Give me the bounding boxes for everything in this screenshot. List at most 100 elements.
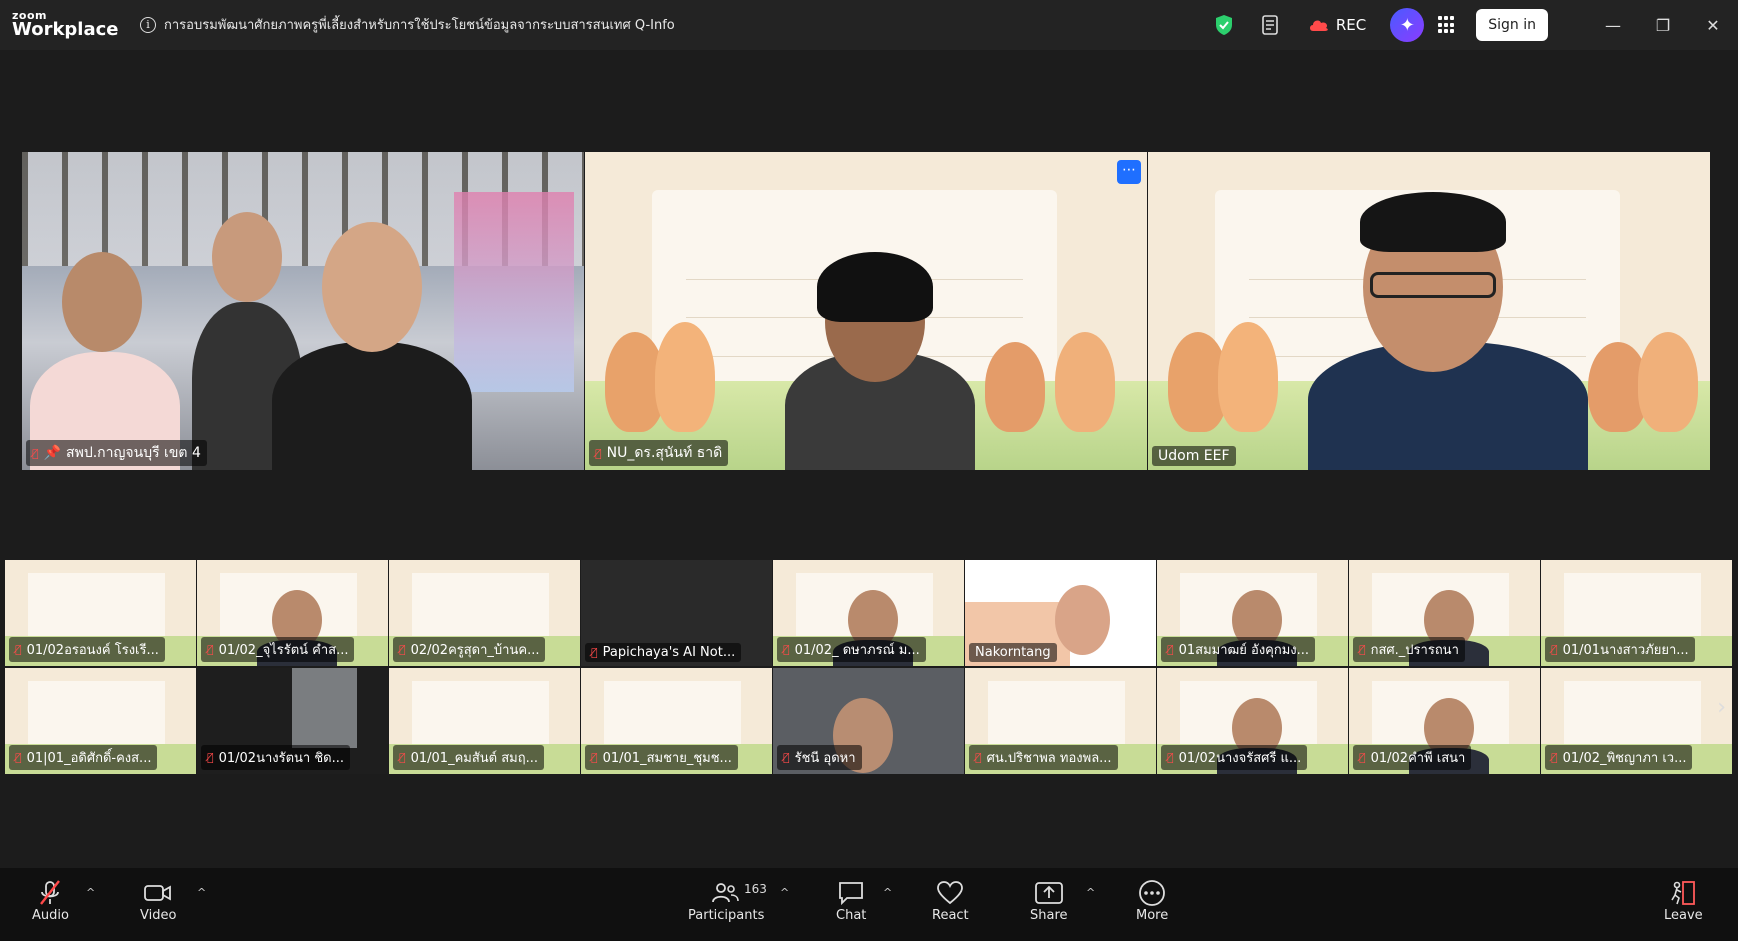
participant-name-label: 🎙̸ 📌 สพป.กาญจนบุรี เขต 4 <box>26 440 207 466</box>
gallery-tile[interactable]: 🎙̸ 02/02ครูสุดา_บ้านค... <box>389 560 580 666</box>
gallery-tile[interactable]: 🎙̸ 01สมมาฒย์ อังคุกมง... <box>1157 560 1348 666</box>
mic-muted-icon <box>37 878 63 908</box>
chat-button[interactable]: Chat <box>836 878 866 923</box>
gallery-tile[interactable]: 🎙̸ 01/01นางสาวภัยยา... <box>1541 560 1732 666</box>
zoom-logo: zoom Workplace <box>12 10 119 39</box>
mic-muted-icon: 🎙̸ <box>591 646 598 659</box>
more-ellipsis-icon <box>1138 878 1166 908</box>
restore-button[interactable]: ❐ <box>1638 0 1688 50</box>
participant-name-label: 🎙̸ 01/01นางสาวภัยยา... <box>1545 637 1695 662</box>
pin-icon: 📌 <box>43 445 62 461</box>
mic-muted-icon: 🎙̸ <box>591 751 598 764</box>
participant-name-label: 🎙̸ 01/02นางจรัสศรี แ... <box>1161 745 1308 770</box>
mic-muted-icon: 🎙̸ <box>595 446 602 460</box>
title-bar: zoom Workplace i การอบรมพัฒนาศักยภาพครูพ… <box>0 0 1738 50</box>
sign-in-button[interactable]: Sign in <box>1476 9 1548 41</box>
mic-muted-icon: 🎙̸ <box>399 643 406 656</box>
ai-companion-button[interactable]: ✦ <box>1390 8 1425 42</box>
more-button[interactable]: More <box>1136 878 1168 923</box>
brand-large: Workplace <box>12 19 119 40</box>
react-button[interactable]: React <box>932 878 969 923</box>
gallery-tile[interactable]: 🎙̸ 01/02นางจรัสศรี แ... <box>1157 668 1348 774</box>
tile-more-options-button[interactable]: ⋯ <box>1117 160 1141 184</box>
meeting-notes-icon[interactable] <box>1260 14 1282 36</box>
mic-muted-icon: 🎙̸ <box>783 643 790 656</box>
speaker-tile[interactable]: ⋯ 🎙̸ NU_ดร.สุนันท์ ธาดิ <box>585 152 1147 470</box>
participant-name-label: 🎙̸ 01/02คำพี เสนา <box>1353 745 1472 770</box>
gallery-tile[interactable]: 🎙̸ Papichaya's AI Not... <box>581 560 772 666</box>
participant-name-label: 🎙̸ 01/02_จุไรรัตน์ คำส... <box>201 637 355 662</box>
mic-muted-icon: 🎙̸ <box>1359 751 1366 764</box>
participant-name-label: 🎙̸ NU_ดร.สุนันท์ ธาดิ <box>589 440 729 466</box>
share-options-chevron-icon[interactable]: ^ <box>1086 886 1095 899</box>
gallery-tile[interactable]: 🎙̸ 01/02คำพี เสนา <box>1349 668 1540 774</box>
next-page-arrow-icon[interactable]: › <box>1717 695 1726 720</box>
gallery-tile[interactable]: 🎙̸ 01/02อรอนงค์ โรงเรี... <box>5 560 196 666</box>
gallery-tile[interactable]: 🎙̸ 01/02_พิชญาภา เว... <box>1541 668 1732 774</box>
mic-muted-icon: 🎙̸ <box>32 446 39 460</box>
participant-name-label: 🎙̸ ศน.ปริชาพล ทองพล... <box>969 745 1118 770</box>
participant-name-label: Nakorntang <box>969 643 1057 662</box>
gallery-tile[interactable]: 🎙̸ ศน.ปริชาพล ทองพล... <box>965 668 1156 774</box>
gallery-tile[interactable]: 🎙̸ รัชนี อุดหา <box>773 668 964 774</box>
share-screen-icon <box>1034 878 1064 908</box>
video-button[interactable]: Video <box>140 878 176 923</box>
audio-button[interactable]: Audio <box>32 878 69 923</box>
mic-muted-icon: 🎙̸ <box>207 643 214 656</box>
gallery-tile[interactable]: Nakorntang <box>965 560 1156 666</box>
mic-muted-icon: 🎙̸ <box>1551 643 1558 656</box>
participant-name-label: 🎙̸ 02/02ครูสุดา_บ้านค... <box>393 637 546 662</box>
meeting-toolbar: Audio ^ Video ^ Participants 163 ^ Chat … <box>0 868 1738 941</box>
active-speaker-tile[interactable]: Udom EEF <box>1148 152 1710 470</box>
participant-name-label: 🎙̸ 01/01_สมชาย_ชุมช... <box>585 745 738 770</box>
meeting-view: 🎙̸ 📌 สพป.กาญจนบุรี เขต 4 ⋯ 🎙̸ NU_ดร.สุนั… <box>0 50 1738 868</box>
mic-muted-icon: 🎙̸ <box>399 751 406 764</box>
chat-options-chevron-icon[interactable]: ^ <box>883 886 892 899</box>
heart-icon <box>936 878 964 908</box>
security-shield-icon[interactable] <box>1214 14 1234 36</box>
gallery-tile[interactable]: 🎙̸ 01/01_คมสันต์ สมฤ... <box>389 668 580 774</box>
mic-muted-icon: 🎙̸ <box>1551 751 1558 764</box>
participant-name-label: 🎙̸ กสศ._ปรารถนา <box>1353 637 1465 662</box>
participant-name-label: 🎙̸ 01/01_คมสันต์ สมฤ... <box>393 745 545 770</box>
video-camera-icon <box>143 878 173 908</box>
leave-button[interactable]: Leave <box>1664 878 1703 923</box>
participants-icon <box>711 878 741 908</box>
close-button[interactable]: ✕ <box>1688 0 1738 50</box>
participants-count: 163 <box>744 882 767 896</box>
participant-name-label: 🎙̸ 01/02อรอนงค์ โรงเรี... <box>9 637 165 662</box>
mic-muted-icon: 🎙̸ <box>207 751 214 764</box>
participant-name-label: 🎙̸ 01/02_พิชญาภา เว... <box>1545 745 1693 770</box>
info-icon[interactable]: i <box>140 16 156 33</box>
gallery-tile[interactable]: 🎙̸ 01/02_จุไรรัตน์ คำส... <box>197 560 388 666</box>
mic-muted-icon: 🎙̸ <box>1167 643 1174 656</box>
cloud-icon <box>1309 20 1328 31</box>
apps-grid-icon[interactable] <box>1438 16 1456 34</box>
speaker-tile[interactable]: 🎙̸ 📌 สพป.กาญจนบุรี เขต 4 <box>22 152 584 470</box>
participant-name-label: 🎙̸ Papichaya's AI Not... <box>585 643 742 662</box>
leave-door-icon <box>1669 878 1697 908</box>
participant-name-label: 🎙̸ 01สมมาฒย์ อังคุกมง... <box>1161 637 1316 662</box>
participant-name-label: 🎙̸ 01/02_ ดษาภรณ์ ม... <box>777 637 926 662</box>
mic-muted-icon: 🎙̸ <box>1359 643 1366 656</box>
participant-name-label: 🎙̸ รัชนี อุดหา <box>777 745 862 770</box>
gallery-tile[interactable]: 🎙̸ 01|01_อดิศักดิ์-คงส... <box>5 668 196 774</box>
meeting-info[interactable]: i การอบรมพัฒนาศักยภาพครูพี่เลี้ยงสำหรับก… <box>140 14 675 35</box>
share-button[interactable]: Share <box>1030 878 1068 923</box>
gallery-tile[interactable]: 🎙̸ กสศ._ปรารถนา <box>1349 560 1540 666</box>
audio-options-chevron-icon[interactable]: ^ <box>86 886 95 899</box>
participants-options-chevron-icon[interactable]: ^ <box>780 886 789 899</box>
mic-muted-icon: 🎙̸ <box>783 751 790 764</box>
sparkle-icon: ✦ <box>1399 14 1415 36</box>
mic-muted-icon: 🎙̸ <box>15 643 22 656</box>
recording-indicator[interactable]: REC <box>1308 16 1366 34</box>
participant-name-label: 🎙̸ 01/02นางรัตนา ชิด... <box>201 745 351 770</box>
mic-muted-icon: 🎙̸ <box>15 751 22 764</box>
meeting-title: การอบรมพัฒนาศักยภาพครูพี่เลี้ยงสำหรับการ… <box>164 18 675 33</box>
gallery-tile[interactable]: 🎙̸ 01/02นางรัตนา ชิด... <box>197 668 388 774</box>
video-options-chevron-icon[interactable]: ^ <box>197 886 206 899</box>
minimize-button[interactable]: — <box>1588 0 1638 50</box>
gallery-tile[interactable]: 🎙̸ 01/02_ ดษาภรณ์ ม... <box>773 560 964 666</box>
mic-muted-icon: 🎙̸ <box>975 751 982 764</box>
gallery-tile[interactable]: 🎙̸ 01/01_สมชาย_ชุมช... <box>581 668 772 774</box>
